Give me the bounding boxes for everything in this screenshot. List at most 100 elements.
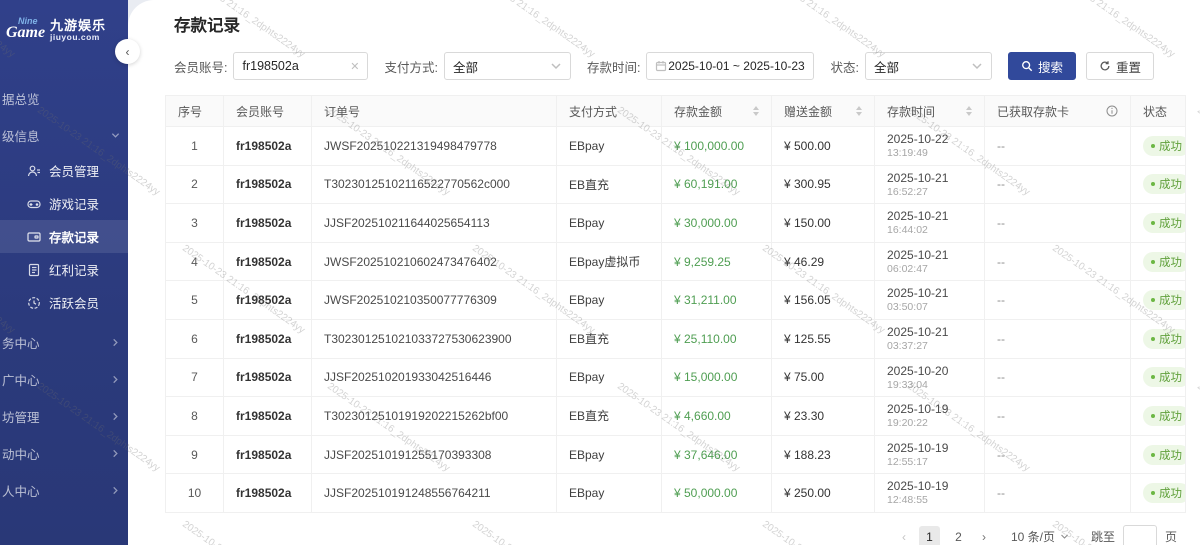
- account-label: 会员账号:: [174, 57, 227, 76]
- table-row: 1fr198502aJWSF202510221319498479778EBpay…: [166, 127, 1186, 166]
- sort-icon[interactable]: [966, 106, 972, 116]
- account-input[interactable]: fr198502a ✕: [233, 52, 368, 80]
- cell-deposit-time: 2025-10-2103:50:07: [875, 281, 985, 320]
- page-button-1[interactable]: 1: [919, 526, 940, 545]
- calendar-icon: [655, 60, 667, 72]
- cell-bonus-amount: ¥ 250.00: [772, 474, 875, 513]
- deposit-time-label: 存款时间:: [587, 57, 640, 76]
- cell-deposit-time: 2025-10-2116:44:02: [875, 204, 985, 243]
- cell-account: fr198502a: [224, 242, 312, 281]
- cell-payment-method: EBpay: [557, 127, 662, 166]
- cell-index: 5: [166, 281, 224, 320]
- page-unit-label: 页: [1165, 528, 1177, 545]
- sidebar-item-promotion-center[interactable]: 广中心: [0, 361, 128, 398]
- column-header-6[interactable]: 存款时间: [875, 96, 985, 127]
- payment-select[interactable]: 全部: [444, 52, 571, 80]
- sidebar-item-label: 广中心: [2, 370, 40, 389]
- cell-payment-method: EBpay: [557, 435, 662, 474]
- jump-to-label: 跳至: [1091, 528, 1115, 545]
- table-row: 3fr198502aJJSF202510211644025654113EBpay…: [166, 204, 1186, 243]
- status-badge: 成功: [1143, 445, 1186, 465]
- cell-deposit-time: 2025-10-2106:02:47: [875, 242, 985, 281]
- cell-deposit-card: --: [985, 474, 1131, 513]
- cell-deposit-card: --: [985, 242, 1131, 281]
- cell-order-number: JJSF202510191255170393308: [312, 435, 557, 474]
- cell-index: 2: [166, 165, 224, 204]
- jump-to-page-input[interactable]: [1123, 525, 1157, 545]
- cell-deposit-time: 2025-10-2213:19:49: [875, 127, 985, 166]
- sidebar-item-data-overview[interactable]: 据总览: [0, 80, 128, 117]
- clear-input-icon[interactable]: ✕: [350, 60, 359, 73]
- next-page-button[interactable]: ›: [973, 526, 995, 545]
- page-button-2[interactable]: 2: [948, 526, 969, 545]
- cell-bonus-amount: ¥ 75.00: [772, 358, 875, 397]
- cell-payment-method: EB直充: [557, 319, 662, 358]
- info-icon[interactable]: [1106, 105, 1118, 117]
- cell-deposit-time: 2025-10-2103:37:27: [875, 319, 985, 358]
- cell-bonus-amount: ¥ 23.30: [772, 397, 875, 436]
- chevron-right-icon: [111, 375, 120, 384]
- status-badge: 成功: [1143, 290, 1186, 310]
- sidebar: Nine Game 九游娱乐 jiuyou.com 据总览级信息会员管理游戏记录…: [0, 0, 128, 545]
- clock-icon: [26, 295, 41, 310]
- column-header-3: 支付方式: [557, 96, 662, 127]
- cell-order-number: T302301251021033727530623900: [312, 319, 557, 358]
- sidebar-item-personal-center[interactable]: 人中心: [0, 472, 128, 509]
- cell-deposit-time: 2025-10-2116:52:27: [875, 165, 985, 204]
- app-logo: Nine Game 九游娱乐 jiuyou.com: [0, 0, 128, 52]
- status-select-value: 全部: [874, 57, 899, 76]
- column-header-4[interactable]: 存款金额: [662, 96, 772, 127]
- cell-index: 6: [166, 319, 224, 358]
- cell-account: fr198502a: [224, 358, 312, 397]
- sidebar-collapse-button[interactable]: ‹: [115, 39, 140, 64]
- cell-bonus-amount: ¥ 150.00: [772, 204, 875, 243]
- brand-title: 九游娱乐: [50, 19, 106, 33]
- sidebar-item-workshop-management[interactable]: 坊管理: [0, 398, 128, 435]
- cell-bonus-amount: ¥ 156.05: [772, 281, 875, 320]
- table-row: 6fr198502aT302301251021033727530623900EB…: [166, 319, 1186, 358]
- cell-account: fr198502a: [224, 435, 312, 474]
- sort-icon[interactable]: [753, 106, 759, 116]
- sidebar-item-sub-info[interactable]: 级信息: [0, 117, 128, 154]
- sidebar-item-label: 据总览: [2, 89, 40, 108]
- sidebar-item-member-management[interactable]: 会员管理: [0, 154, 128, 187]
- sidebar-item-activity-center[interactable]: 动中心: [0, 435, 128, 472]
- page-size-select[interactable]: 10 条/页: [1011, 528, 1069, 545]
- prev-page-button[interactable]: ‹: [893, 526, 915, 545]
- sidebar-item-label: 人中心: [2, 481, 40, 500]
- reset-button[interactable]: 重置: [1086, 52, 1154, 80]
- cell-index: 9: [166, 435, 224, 474]
- search-icon: [1021, 60, 1033, 72]
- sidebar-item-label: 会员管理: [49, 161, 99, 180]
- cell-deposit-time: 2025-10-1912:48:55: [875, 474, 985, 513]
- sidebar-item-active-members[interactable]: 活跃会员: [0, 286, 128, 319]
- cell-status: 成功: [1131, 127, 1186, 166]
- sidebar-item-game-records[interactable]: 游戏记录: [0, 187, 128, 220]
- column-header-label: 状态: [1143, 103, 1167, 120]
- brand-subtitle: jiuyou.com: [50, 33, 106, 42]
- cell-deposit-card: --: [985, 358, 1131, 397]
- sidebar-item-deposit-records[interactable]: 存款记录: [0, 220, 128, 253]
- sidebar-item-bonus-records[interactable]: 红利记录: [0, 253, 128, 286]
- chevron-down-icon: [111, 131, 120, 140]
- column-header-5[interactable]: 赠送金额: [772, 96, 875, 127]
- table-row: 10fr198502aJJSF202510191248556764211EBpa…: [166, 474, 1186, 513]
- cell-index: 4: [166, 242, 224, 281]
- cell-status: 成功: [1131, 319, 1186, 358]
- date-range-picker[interactable]: 2025-10-01 ~ 2025-10-23: [646, 52, 814, 80]
- chevron-right-icon: [111, 338, 120, 347]
- cell-account: fr198502a: [224, 319, 312, 358]
- sort-icon[interactable]: [856, 106, 862, 116]
- search-button[interactable]: 搜索: [1008, 52, 1076, 80]
- cell-index: 3: [166, 204, 224, 243]
- user-icon: [26, 163, 41, 178]
- sidebar-nav: 据总览级信息会员管理游戏记录存款记录红利记录活跃会员务中心广中心坊管理动中心人中…: [0, 80, 128, 509]
- cell-account: fr198502a: [224, 474, 312, 513]
- status-label: 状态:: [830, 57, 858, 76]
- cell-order-number: JWSF202510210350077776309: [312, 281, 557, 320]
- status-select[interactable]: 全部: [865, 52, 992, 80]
- cell-account: fr198502a: [224, 281, 312, 320]
- sidebar-item-finance-center[interactable]: 务中心: [0, 324, 128, 361]
- cell-bonus-amount: ¥ 300.95: [772, 165, 875, 204]
- cell-payment-method: EBpay: [557, 358, 662, 397]
